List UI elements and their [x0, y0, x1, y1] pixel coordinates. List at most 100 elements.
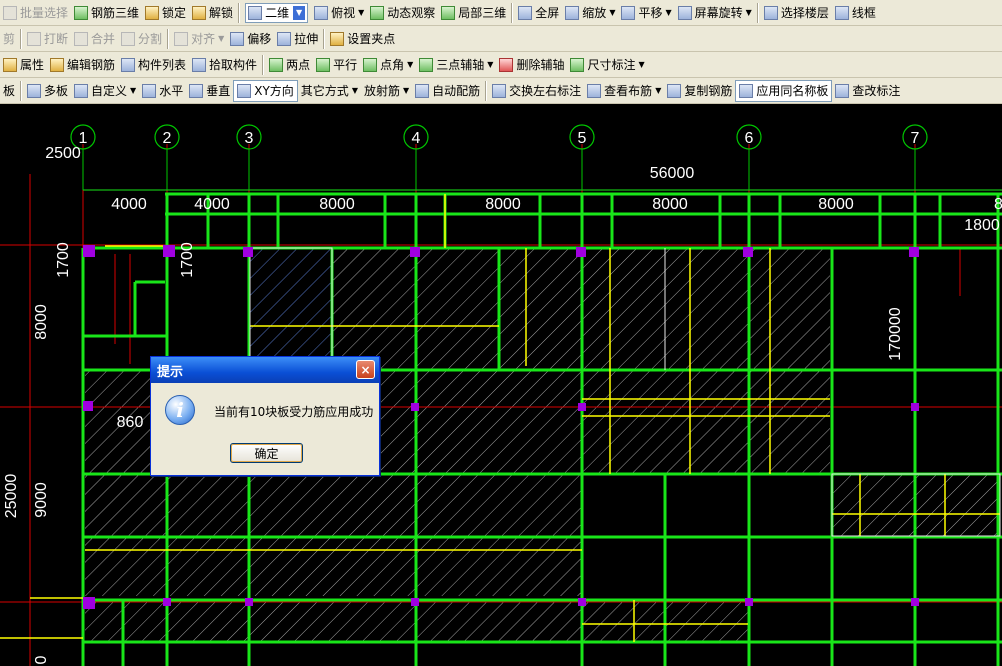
- dropdown-caret-icon[interactable]: ▼: [655, 86, 661, 95]
- edit-rebar-icon: [50, 57, 65, 72]
- dialog-message: 当前有10块板受力筋应用成功: [214, 405, 374, 419]
- copy-rebar-button[interactable]: 复制钢筋: [664, 80, 735, 102]
- zoom-button[interactable]: 缩放 ▼: [562, 2, 618, 24]
- properties-button[interactable]: 属性: [0, 54, 47, 76]
- dialog-close-button[interactable]: ×: [356, 360, 375, 379]
- parallel-axis-button[interactable]: 平行: [313, 54, 360, 76]
- dim-bay-1: 4000: [111, 196, 147, 213]
- pan-button[interactable]: 平移 ▼: [618, 2, 674, 24]
- text-item-button[interactable]: 其它方式 ▼: [298, 80, 361, 102]
- toolbar-button-label: 平移: [638, 6, 663, 20]
- dropdown-caret-icon[interactable]: ▼: [609, 8, 615, 17]
- toolbar-row-2: 剪打断 合并 分割 对齐 ▼ 偏移 拉伸 设置夹点: [0, 26, 1002, 52]
- chevron-down-icon[interactable]: ▼: [293, 5, 306, 20]
- edit-rebar-button[interactable]: 编辑钢筋: [47, 54, 118, 76]
- toolbar-button-label: XY方向: [254, 84, 294, 98]
- pan-icon: [621, 5, 636, 20]
- toolbar-button-label: 解锁: [209, 6, 234, 20]
- dropdown-caret-icon[interactable]: ▼: [358, 8, 364, 17]
- text-item-button[interactable]: 放射筋 ▼: [361, 80, 412, 102]
- dialog-title: 提示: [157, 364, 184, 380]
- component-list-icon: [121, 57, 136, 72]
- toolbar-separator: [167, 28, 170, 49]
- wireframe-button[interactable]: 线框: [832, 2, 879, 24]
- dim-right-slab: 170000: [887, 307, 904, 360]
- svg-text:4: 4: [412, 130, 421, 147]
- select-floor-button[interactable]: 选择楼层: [761, 2, 832, 24]
- toolbar-button-label: 交换左右标注: [509, 84, 582, 98]
- toolbar-button-label: 平行: [333, 58, 358, 72]
- pick-component-button[interactable]: 拾取构件: [189, 54, 260, 76]
- info-icon: i: [165, 395, 195, 425]
- dropdown-caret-icon[interactable]: ▼: [638, 60, 644, 69]
- xy-direction-button[interactable]: XY方向: [233, 79, 298, 102]
- view-mode-value: 二维: [265, 6, 290, 20]
- grip-point-button[interactable]: 设置夹点: [327, 28, 398, 50]
- view-mode-select[interactable]: 二维 ▼: [245, 2, 309, 23]
- toolbar-button-label: 选择楼层: [780, 6, 829, 20]
- dim-right-partial-2: 80: [994, 196, 1002, 213]
- orbit-button[interactable]: 动态观察: [367, 2, 438, 24]
- swap-label-icon: [492, 83, 507, 98]
- svg-text:5: 5: [578, 130, 587, 147]
- rebar-3d-button[interactable]: 钢筋三维: [71, 2, 142, 24]
- svg-text:2: 2: [163, 130, 172, 147]
- delete-axis-button[interactable]: 删除辅轴: [496, 54, 567, 76]
- dialog-title-bar[interactable]: 提示 ×: [151, 357, 379, 383]
- stretch-button[interactable]: 拉伸: [274, 28, 321, 50]
- view-rebar-button[interactable]: 查看布筋 ▼: [584, 80, 664, 102]
- dropdown-caret-icon[interactable]: ▼: [407, 60, 413, 69]
- custom-button[interactable]: 自定义 ▼: [71, 80, 139, 102]
- local-3d-button[interactable]: 局部三维: [438, 2, 509, 24]
- horizontal-icon: [142, 83, 157, 98]
- ok-button[interactable]: 确定: [230, 443, 303, 463]
- unlock-button[interactable]: 解锁: [189, 2, 236, 24]
- three-point-axis-button[interactable]: 三点辅轴 ▼: [416, 54, 496, 76]
- check-label-button[interactable]: 查改标注: [832, 80, 903, 102]
- dropdown-caret-icon[interactable]: ▼: [218, 34, 224, 43]
- apply-same-slab-button[interactable]: 应用同名称板: [735, 79, 833, 102]
- toolbar-button-label: 构件列表: [138, 58, 187, 72]
- rotate-screen-button[interactable]: 屏幕旋转 ▼: [675, 2, 755, 24]
- offset-button[interactable]: 偏移: [227, 28, 274, 50]
- lock-button[interactable]: 锁定: [142, 2, 189, 24]
- local-3d-icon: [441, 5, 456, 20]
- svg-text:3: 3: [245, 130, 254, 147]
- rotate-screen-icon: [677, 5, 692, 20]
- dropdown-caret-icon[interactable]: ▼: [746, 8, 752, 17]
- pick-component-icon: [192, 57, 207, 72]
- toolbar-separator: [20, 80, 23, 101]
- vertical-button[interactable]: 垂直: [186, 80, 233, 102]
- dim-bay-4: 8000: [485, 196, 521, 213]
- dropdown-caret-icon[interactable]: ▼: [403, 86, 409, 95]
- merge-icon: [74, 31, 89, 46]
- toolbar-button-label: 应用同名称板: [756, 84, 829, 98]
- dropdown-caret-icon[interactable]: ▼: [487, 60, 493, 69]
- two-point-axis-button[interactable]: 两点: [266, 54, 313, 76]
- point-angle-button[interactable]: 点角 ▼: [360, 54, 416, 76]
- component-list-button[interactable]: 构件列表: [118, 54, 189, 76]
- toolbar-button-label: 设置夹点: [347, 32, 396, 46]
- dim-bay-5: 8000: [652, 196, 688, 213]
- toolbar-separator: [20, 28, 23, 49]
- svg-text:6: 6: [745, 130, 754, 147]
- top-view-button[interactable]: 俯视 ▼: [311, 2, 367, 24]
- break-button: 打断: [24, 28, 71, 50]
- dropdown-caret-icon[interactable]: ▼: [665, 8, 671, 17]
- dropdown-caret-icon[interactable]: ▼: [352, 86, 358, 95]
- swap-label-button[interactable]: 交换左右标注: [489, 80, 584, 102]
- fullscreen-button[interactable]: 全屏: [515, 2, 562, 24]
- multi-slab-button[interactable]: 多板: [24, 80, 71, 102]
- dimension-button[interactable]: 尺寸标注 ▼: [567, 54, 647, 76]
- dim-left-slab: 860: [117, 414, 144, 431]
- axis-bubbles: 1 2 3 4 5 6 7: [70, 124, 928, 190]
- horizontal-button[interactable]: 水平: [139, 80, 186, 102]
- toolbar-button-label: 查看布筋: [604, 84, 653, 98]
- split-button: 分割: [118, 28, 165, 50]
- toolbar-button-label: 编辑钢筋: [67, 58, 116, 72]
- auto-rebar-button[interactable]: 自动配筋: [412, 80, 483, 102]
- zoom-icon: [565, 5, 580, 20]
- toolbar-button-label: 垂直: [206, 84, 231, 98]
- text-item-button[interactable]: 板: [0, 80, 18, 102]
- dropdown-caret-icon[interactable]: ▼: [130, 86, 136, 95]
